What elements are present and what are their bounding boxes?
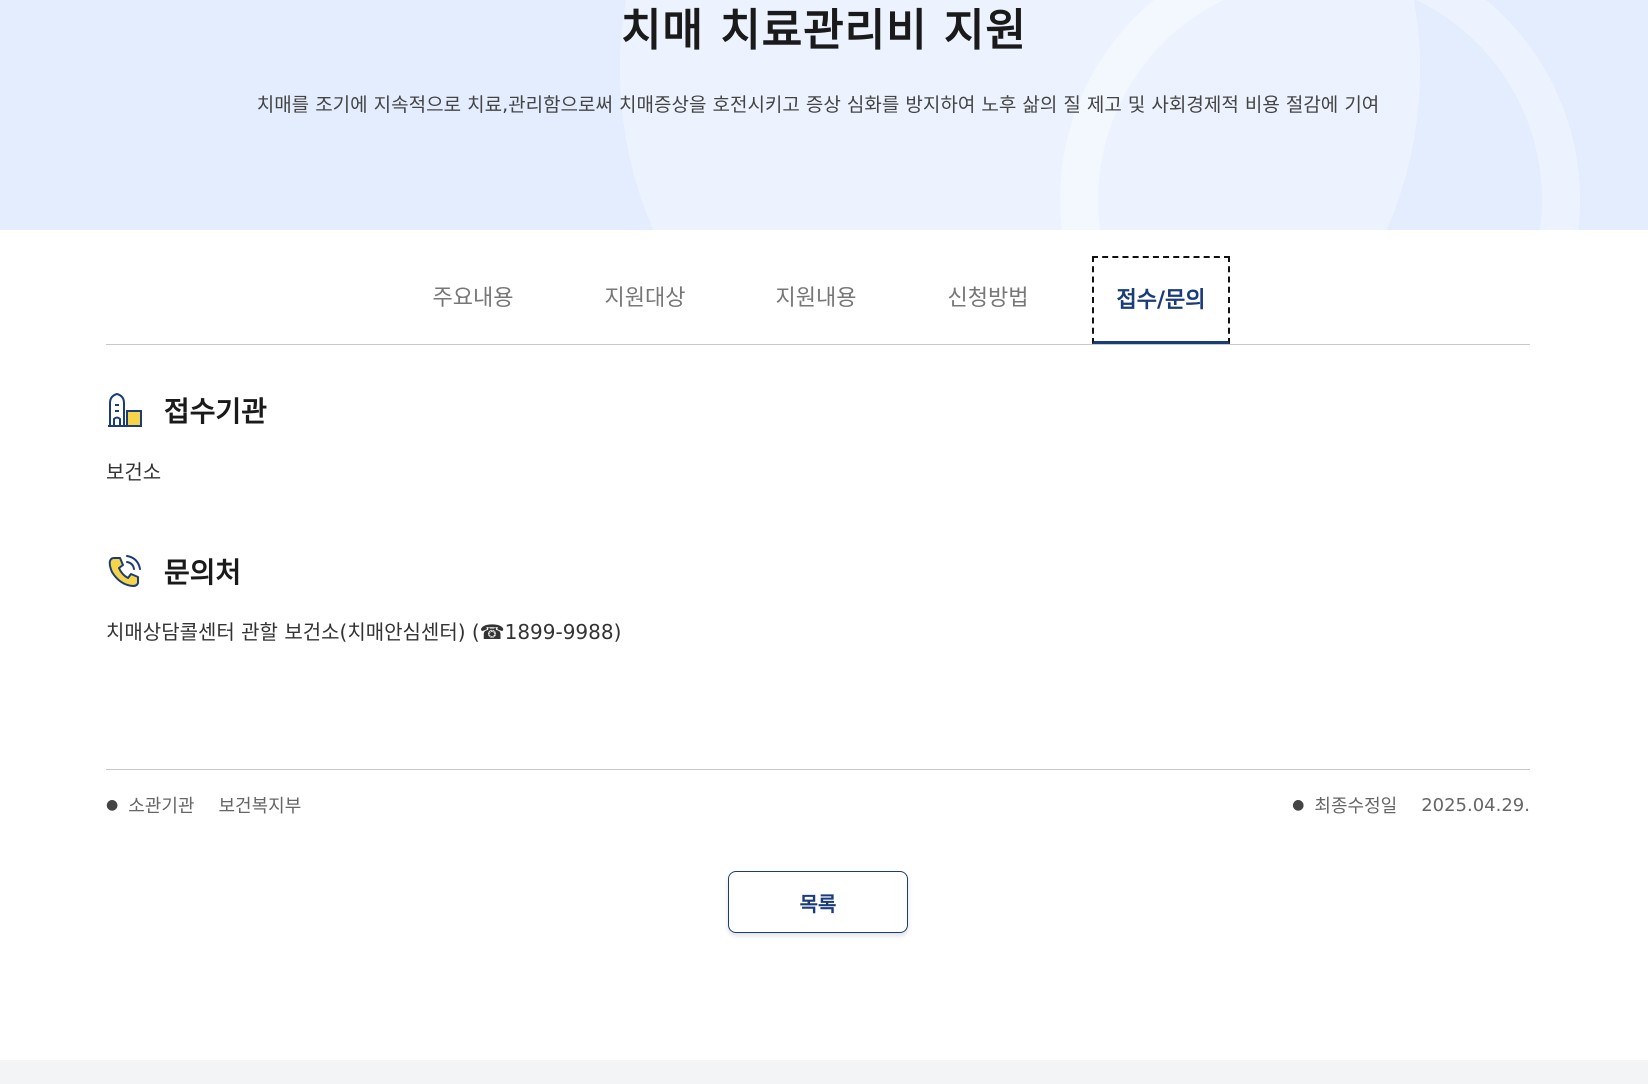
agency-value: 보건복지부 [218,796,302,817]
tab-support-details[interactable]: 지원내용 [751,256,881,344]
building-icon [108,393,142,427]
contact-title: 문의처 [164,556,242,589]
page-description: 치매를 조기에 지속적으로 치료,관리함으로써 치매증상을 호전시키고 증상 심… [256,94,1380,116]
updated-info: ● 최종수정일 2025.04.29. [1292,792,1530,818]
tab-application-method[interactable]: 신청방법 [923,256,1053,344]
bullet-icon: ● [106,797,119,813]
contact-section-header: 문의처 [106,551,241,591]
bullet-icon: ● [1292,797,1305,813]
page-title: 치매 치료관리비 지원 [621,5,1027,56]
updated-label: 최종수정일 [1314,796,1398,817]
tab-main-content[interactable]: 주요내용 [408,256,538,344]
contact-body: 치매상담콜센터 관할 보건소(치매안심센터) (☎1899-9988) [106,620,622,644]
tab-bar: 주요내용 지원대상 지원내용 신청방법 접수/문의 [106,256,1530,345]
reception-section-header: 접수기관 [106,390,267,430]
list-button[interactable]: 목록 [728,871,908,933]
reception-body: 보건소 [106,460,162,484]
updated-value: 2025.04.29. [1421,794,1530,816]
agency-info: ● 소관기관 보건복지부 [106,792,301,818]
tab-reception-inquiry[interactable]: 접수/문의 [1092,256,1230,344]
phone-icon [108,555,141,587]
content-divider [106,769,1530,770]
tab-eligibility[interactable]: 지원대상 [580,256,710,344]
reception-title: 접수기관 [164,395,268,428]
hero-banner: 치매 치료관리비 지원 치매를 조기에 지속적으로 치료,관리함으로써 치매증상… [0,0,1648,230]
agency-label: 소관기관 [128,796,195,817]
footer-strip [0,1060,1648,1084]
